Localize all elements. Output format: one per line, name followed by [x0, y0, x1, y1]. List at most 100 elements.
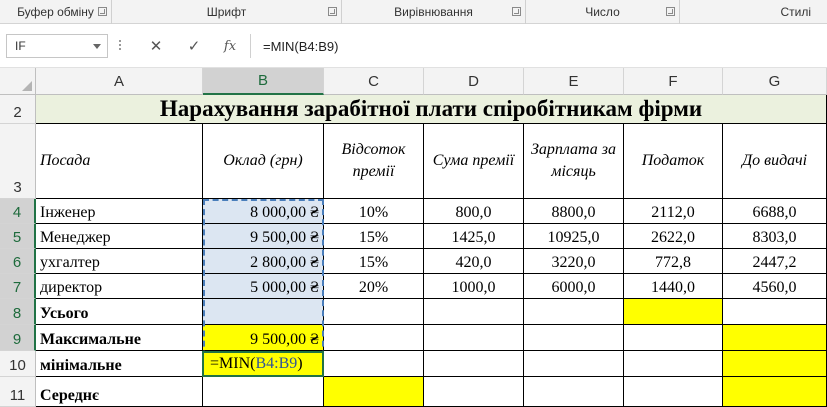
table-cell[interactable]: 20% — [324, 274, 424, 299]
table-cell[interactable] — [424, 377, 524, 407]
ribbon-group-clipboard: Буфер обміну — [0, 0, 112, 24]
header-bonus-percent[interactable]: Відсоток премії — [324, 124, 424, 199]
chevron-down-icon[interactable] — [93, 44, 101, 49]
row-header-9[interactable]: 9 — [0, 325, 36, 351]
highlighted-cell[interactable] — [624, 299, 723, 325]
table-cell[interactable] — [524, 325, 624, 351]
table-cell[interactable]: 2447,2 — [723, 249, 827, 274]
column-header-c[interactable]: C — [324, 68, 424, 95]
column-header-d[interactable]: D — [424, 68, 524, 95]
highlighted-cell[interactable] — [324, 377, 424, 407]
table-cell[interactable]: 2622,0 — [624, 224, 723, 249]
dialog-launcher-icon[interactable] — [666, 7, 675, 16]
table-cell[interactable]: 15% — [324, 249, 424, 274]
total-label[interactable]: Усього — [36, 299, 203, 325]
select-all-corner[interactable] — [0, 68, 36, 95]
table-cell[interactable]: 5 000,00 ₴ — [203, 274, 324, 299]
header-bonus-sum[interactable]: Сума премії — [424, 124, 524, 199]
table-cell[interactable] — [203, 299, 324, 325]
active-cell-editor[interactable]: =MIN(B4:B9) — [202, 351, 324, 377]
row-header-2[interactable]: 2 — [0, 95, 36, 124]
row-header-4[interactable]: 4 — [0, 199, 36, 224]
table-cell[interactable] — [324, 299, 424, 325]
header-monthly-pay[interactable]: Зарплата за місяць — [524, 124, 624, 199]
row-header-8[interactable]: 8 — [0, 299, 36, 325]
table-cell[interactable]: Менеджер — [36, 224, 203, 249]
highlighted-cell[interactable] — [723, 377, 827, 407]
formula-range-ref: B4:B9 — [255, 355, 298, 372]
table-cell[interactable]: 9 500,00 ₴ — [203, 224, 324, 249]
table-cell[interactable]: 6688,0 — [723, 199, 827, 224]
table-cell[interactable]: Інженер — [36, 199, 203, 224]
table-cell[interactable] — [424, 299, 524, 325]
header-tax[interactable]: Податок — [624, 124, 723, 199]
table-cell[interactable]: 2112,0 — [624, 199, 723, 224]
table-cell[interactable]: директор — [36, 274, 203, 299]
column-header-e[interactable]: E — [524, 68, 624, 95]
table-cell[interactable]: 1425,0 — [424, 224, 524, 249]
table-cell[interactable]: 6000,0 — [524, 274, 624, 299]
table-cell[interactable]: 4560,0 — [723, 274, 827, 299]
highlighted-cell[interactable] — [723, 351, 827, 377]
table-cell[interactable] — [324, 325, 424, 351]
table-cell[interactable]: 2 800,00 ₴ — [203, 249, 324, 274]
header-salary[interactable]: Оклад (грн) — [203, 124, 324, 199]
average-label[interactable]: Середнє — [36, 377, 203, 407]
ribbon-group-label: Буфер обміну — [17, 5, 94, 19]
table-cell[interactable]: 10925,0 — [524, 224, 624, 249]
header-position[interactable]: Посада — [36, 124, 203, 199]
column-header-f[interactable]: F — [624, 68, 723, 95]
table-cell[interactable]: 3220,0 — [524, 249, 624, 274]
table-cell[interactable] — [524, 299, 624, 325]
sheet-title[interactable]: Нарахування зарабітної плати спіробітник… — [36, 95, 827, 124]
cancel-icon[interactable]: ✕ — [144, 34, 168, 58]
dialog-launcher-icon[interactable] — [328, 7, 337, 16]
table-cell[interactable] — [324, 351, 424, 377]
table-cell[interactable]: 800,0 — [424, 199, 524, 224]
column-header-g[interactable]: G — [723, 68, 827, 95]
dialog-launcher-icon[interactable] — [512, 7, 521, 16]
min-label[interactable]: мінімальне — [36, 351, 203, 377]
table-cell[interactable] — [624, 377, 723, 407]
insert-function-icon[interactable]: fx — [218, 34, 242, 58]
table-cell[interactable]: 15% — [324, 224, 424, 249]
table-cell[interactable]: 8800,0 — [524, 199, 624, 224]
table-cell[interactable]: 420,0 — [424, 249, 524, 274]
row-header-6[interactable]: 6 — [0, 249, 36, 274]
row-header-3[interactable]: 3 — [0, 124, 36, 199]
table-cell[interactable] — [424, 325, 524, 351]
ribbon-group-label: Вирівнювання — [394, 5, 473, 19]
table-cell[interactable]: 1440,0 — [624, 274, 723, 299]
drag-handle-icon[interactable] — [118, 38, 122, 54]
ribbon-group-alignment: Вирівнювання — [342, 0, 526, 24]
row-header-10[interactable]: 10 — [0, 351, 36, 377]
table-cell[interactable] — [524, 351, 624, 377]
table-cell[interactable]: ухгалтер — [36, 249, 203, 274]
max-value-cell[interactable]: 9 500,00 ₴ — [203, 325, 324, 351]
formula-input[interactable]: =MIN(B4:B9) — [250, 34, 827, 58]
column-header-a[interactable]: A — [36, 68, 203, 95]
table-cell[interactable] — [203, 377, 324, 407]
table-cell[interactable] — [624, 351, 723, 377]
table-cell[interactable] — [424, 351, 524, 377]
table-cell[interactable] — [524, 377, 624, 407]
row-header-5[interactable]: 5 — [0, 224, 36, 249]
row-header-7[interactable]: 7 — [0, 274, 36, 299]
table-cell[interactable] — [723, 299, 827, 325]
column-header-b[interactable]: B — [203, 68, 324, 95]
highlighted-cell[interactable] — [723, 325, 827, 351]
table-cell[interactable]: 1000,0 — [424, 274, 524, 299]
max-label[interactable]: Максимальне — [36, 325, 203, 351]
dialog-launcher-icon[interactable] — [98, 7, 107, 16]
row-header-11[interactable]: 11 — [0, 377, 36, 407]
table-cell[interactable]: 8 000,00 ₴ — [203, 199, 324, 224]
enter-check-icon[interactable]: ✓ — [182, 34, 206, 58]
name-box[interactable]: IF — [6, 34, 108, 58]
table-cell[interactable]: 8303,0 — [723, 224, 827, 249]
table-cell[interactable] — [624, 325, 723, 351]
table-cell[interactable]: 772,8 — [624, 249, 723, 274]
header-payout[interactable]: До видачі — [723, 124, 827, 199]
ribbon-group-label: Шрифт — [206, 5, 247, 19]
ribbon-group-styles: Стилі — [680, 0, 827, 24]
table-cell[interactable]: 10% — [324, 199, 424, 224]
